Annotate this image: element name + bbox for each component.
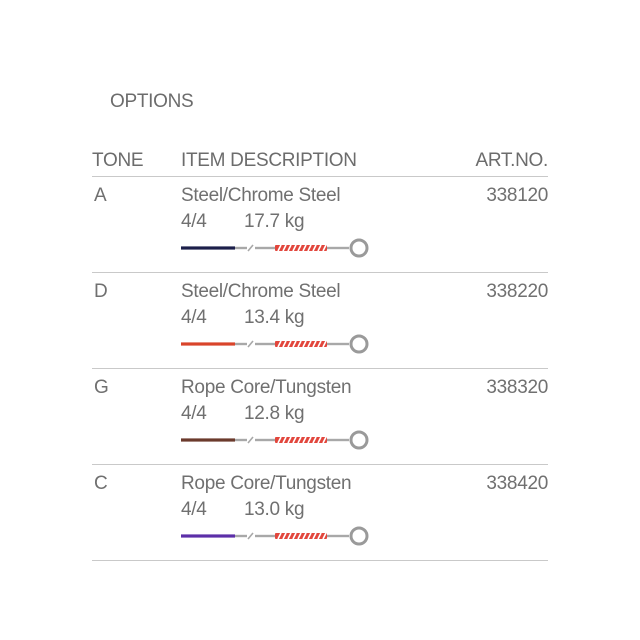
string-winding-icon — [181, 334, 369, 354]
string-winding-icon — [181, 526, 369, 546]
string-winding-icon — [181, 238, 369, 258]
table-row: G Rope Core/Tungsten 338320 4/4 12.8 kg — [92, 369, 548, 465]
size-cell: 4/4 — [181, 403, 207, 424]
material-cell: Steel/Chrome Steel — [181, 281, 341, 302]
art-no-cell: 338120 — [486, 185, 548, 206]
tension-cell: 13.4 kg — [244, 307, 305, 328]
tone-cell: D — [94, 281, 108, 302]
tone-cell: A — [94, 185, 107, 206]
column-header-description: ITEM DESCRIPTION — [181, 150, 357, 171]
string-winding-icon — [181, 430, 369, 450]
column-header-art-no: ART.NO. — [475, 150, 548, 171]
art-no-cell: 338320 — [486, 377, 548, 398]
table-row: C Rope Core/Tungsten 338420 4/4 13.0 kg — [92, 465, 548, 561]
tension-cell: 12.8 kg — [244, 403, 305, 424]
table-row: D Steel/Chrome Steel 338220 4/4 13.4 kg — [92, 273, 548, 369]
art-no-cell: 338420 — [486, 473, 548, 494]
section-heading: OPTIONS — [110, 91, 194, 112]
tone-cell: G — [94, 377, 109, 398]
size-cell: 4/4 — [181, 211, 207, 232]
tension-cell: 17.7 kg — [244, 211, 305, 232]
material-cell: Rope Core/Tungsten — [181, 377, 352, 398]
material-cell: Rope Core/Tungsten — [181, 473, 352, 494]
art-no-cell: 338220 — [486, 281, 548, 302]
tone-cell: C — [94, 473, 108, 494]
material-cell: Steel/Chrome Steel — [181, 185, 341, 206]
column-header-tone: TONE — [92, 150, 144, 171]
size-cell: 4/4 — [181, 499, 207, 520]
size-cell: 4/4 — [181, 307, 207, 328]
table-header: TONE ITEM DESCRIPTION ART.NO. — [92, 148, 548, 177]
options-table: TONE ITEM DESCRIPTION ART.NO. A Steel/Ch… — [92, 148, 548, 561]
table-row: A Steel/Chrome Steel 338120 4/4 17.7 kg — [92, 177, 548, 273]
tension-cell: 13.0 kg — [244, 499, 305, 520]
